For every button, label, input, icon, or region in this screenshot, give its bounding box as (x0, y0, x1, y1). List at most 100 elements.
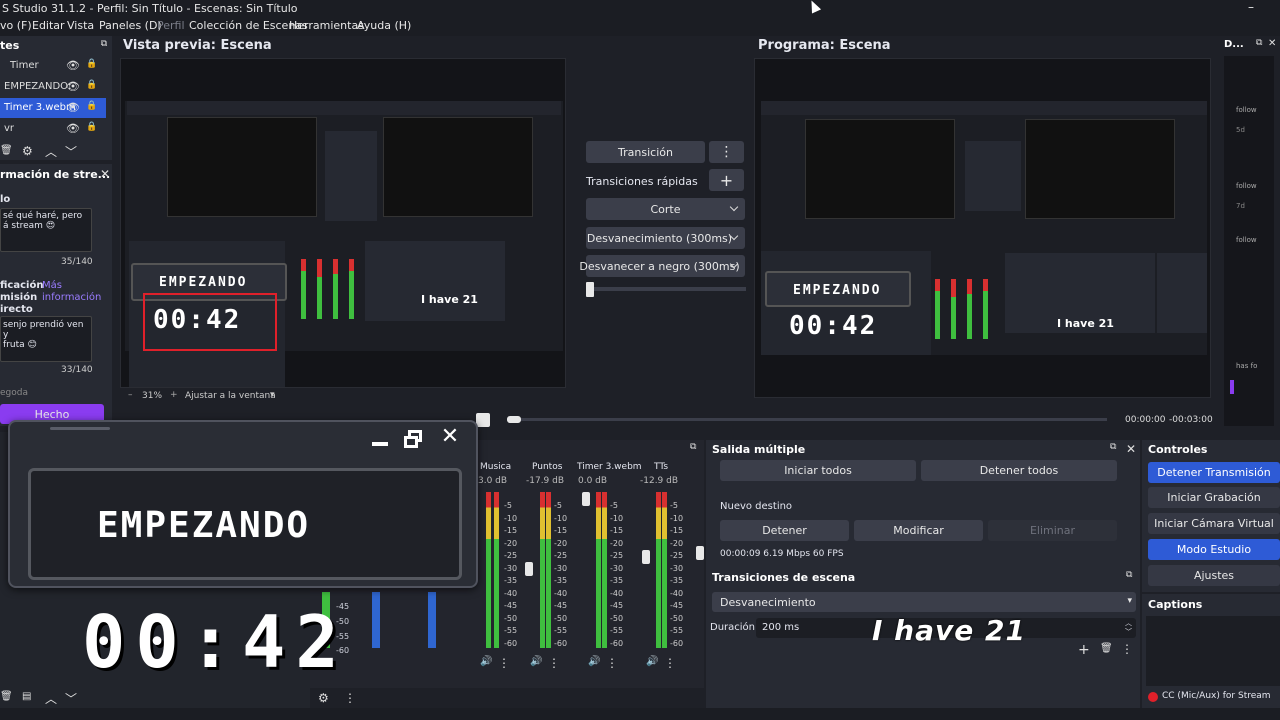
sources-dock: tes ⧉ Timer 👁 🔒 EMPEZANDO: 👁 🔒 Timer 3.w… (0, 36, 112, 160)
channel-name: Timer 3.webm (577, 462, 642, 472)
quick-transition-fade[interactable]: Desvanecimiento (300ms) (586, 227, 745, 249)
undock-icon[interactable]: ⧉ (1126, 570, 1132, 580)
undock-icon[interactable]: ⧉ (1110, 442, 1116, 452)
start-virtual-camera-button[interactable]: Iniciar Cámara Virtual (1148, 513, 1280, 534)
more-info-link-2[interactable]: información (42, 292, 101, 303)
stop-all-button[interactable]: Detener todos (921, 460, 1117, 481)
speaker-icon[interactable]: 🔊 (530, 656, 542, 667)
minimize-window-icon[interactable]: – (1248, 0, 1254, 14)
studio-mode-button[interactable]: Modo Estudio (1148, 539, 1280, 560)
lock-icon[interactable]: 🔒 (86, 122, 97, 132)
eye-icon[interactable]: 👁 (66, 80, 80, 93)
volume-slider-handle[interactable] (642, 550, 650, 564)
start-all-button[interactable]: Iniciar todos (720, 460, 916, 481)
network-icon[interactable]: ⚙ (318, 691, 329, 705)
settings-button[interactable]: Ajustes (1148, 565, 1280, 586)
filter-icon[interactable]: ▤ (22, 691, 31, 702)
tbar-slider-handle[interactable] (586, 282, 594, 297)
stream-info-title: rmación de stre... (0, 168, 111, 181)
transition-button[interactable]: Transición (586, 141, 705, 163)
menu-docks[interactable]: Paneles (D) (99, 19, 162, 32)
stop-destination-button[interactable]: Detener (720, 520, 849, 541)
more-options-icon[interactable]: ⋮ (548, 656, 560, 670)
more-options-icon[interactable]: ⋮ (664, 656, 676, 670)
transition-select[interactable]: Desvanecimiento ▾ (712, 592, 1136, 612)
popup-title-box: EMPEZANDO (28, 468, 462, 580)
more-options-icon[interactable]: ⋮ (1121, 642, 1133, 656)
gear-icon[interactable]: ⚙ (22, 144, 33, 158)
lock-icon[interactable]: 🔒 (86, 80, 97, 90)
eye-icon[interactable]: 👁 (66, 122, 80, 135)
preview-canvas[interactable]: I have 21 EMPEZANDO 00:42 (120, 58, 566, 388)
undock-icon[interactable]: ⧉ (1256, 38, 1262, 48)
floating-overlay-window[interactable]: ✕ EMPEZANDO (8, 420, 478, 588)
menu-tools[interactable]: Herramientas (289, 19, 364, 32)
lock-icon[interactable]: 🔒 (86, 59, 97, 69)
stop-media-icon[interactable] (476, 413, 490, 427)
delete-destination-button[interactable]: Eliminar (988, 520, 1117, 541)
source-row-vr[interactable]: vr 👁 🔒 (0, 119, 106, 139)
more-info-link[interactable]: Más (42, 280, 62, 291)
speaker-icon[interactable]: 🔊 (480, 656, 492, 667)
delete-icon[interactable]: 🗑 (0, 145, 13, 156)
menu-help[interactable]: Ayuda (H) (357, 19, 411, 32)
close-icon[interactable]: ✕ (1126, 442, 1136, 456)
move-down-icon[interactable]: ﹀ (65, 143, 77, 160)
fit-dropdown-icon[interactable]: ▾ (270, 390, 275, 400)
speaker-icon[interactable]: 🔊 (588, 656, 600, 667)
maximize-icon[interactable] (404, 430, 424, 448)
activity-item-follow-3: follow (1236, 236, 1257, 244)
more-options-icon[interactable]: ⋮ (344, 691, 356, 705)
more-options-icon[interactable]: ⋮ (498, 656, 510, 670)
move-up-icon[interactable]: ︿ (45, 143, 57, 160)
delete-icon[interactable]: 🗑 (0, 691, 13, 702)
add-transition-icon[interactable]: + (1078, 642, 1090, 658)
modify-destination-button[interactable]: Modificar (854, 520, 983, 541)
menu-edit[interactable]: Editar (32, 19, 65, 32)
volume-slider-handle-2[interactable] (696, 546, 704, 560)
quick-transition-fade-black[interactable]: Desvanecer a negro (300ms) (579, 255, 745, 277)
spin-down-icon[interactable]: ﹀ (1125, 627, 1132, 637)
eye-icon[interactable]: 👁 (66, 101, 80, 114)
volume-slider-handle[interactable] (525, 562, 533, 576)
move-up-icon[interactable]: ︿ (45, 690, 57, 707)
source-row-timer[interactable]: Timer 👁 🔒 (0, 56, 106, 76)
activity-item-follow-1: follow (1236, 106, 1257, 114)
sources-toolbar: 🗑 ⚙ ︿ ﹀ (0, 142, 112, 160)
more-options-icon[interactable]: ⋮ (606, 656, 618, 670)
close-icon[interactable]: ✕ (100, 167, 110, 181)
more-options-icon[interactable]: ⋮ (709, 141, 744, 163)
multi-output-dock: Salida múltiple ⧉ ✕ Iniciar todos Detene… (706, 440, 1140, 568)
title-textbox[interactable]: sé qué haré, pero á stream 😍 (0, 208, 92, 252)
zoom-out-icon[interactable]: – (128, 390, 133, 400)
delete-icon[interactable]: 🗑 (1100, 643, 1113, 654)
media-seek-handle[interactable] (507, 416, 521, 423)
source-row-empezando[interactable]: EMPEZANDO: 👁 🔒 (0, 77, 106, 97)
menu-file[interactable]: vo (F) (0, 19, 32, 32)
close-icon[interactable]: ✕ (438, 424, 462, 449)
speaker-icon[interactable]: 🔊 (646, 656, 658, 667)
undock-icon[interactable]: ⧉ (690, 442, 696, 452)
add-quick-transition-icon[interactable]: + (709, 169, 744, 191)
zoom-in-icon[interactable]: + (170, 390, 178, 400)
media-seek-bar[interactable] (507, 418, 1107, 421)
quick-transition-cut[interactable]: Corte (586, 198, 745, 220)
tbar-slider[interactable] (586, 287, 746, 291)
eye-icon[interactable]: 👁 (66, 59, 80, 72)
menu-profile[interactable]: Perfil (157, 19, 185, 32)
window-titlebar: S Studio 31.1.2 - Perfil: Sin Título - E… (0, 0, 1280, 17)
undock-icon[interactable]: ⧉ (98, 38, 110, 50)
activity-item-follow-2: follow (1236, 182, 1257, 190)
minimize-icon[interactable] (370, 430, 390, 448)
volume-slider-handle[interactable] (582, 492, 590, 506)
fit-window-button[interactable]: Ajustar a la ventana (185, 391, 276, 401)
start-recording-button[interactable]: Iniciar Grabación (1148, 487, 1280, 508)
notification-textbox[interactable]: senjo prendió ven y fruta 😊 (0, 316, 92, 362)
source-row-timer3-selected[interactable]: Timer 3.webm 👁 🔒 (0, 98, 106, 118)
menu-view[interactable]: Vista (67, 19, 94, 32)
selection-box[interactable]: 00:42 (143, 293, 277, 351)
stop-streaming-button[interactable]: Detener Transmisión (1148, 462, 1280, 483)
move-down-icon[interactable]: ﹀ (65, 690, 77, 707)
lock-icon[interactable]: 🔒 (86, 101, 97, 111)
close-icon[interactable]: ✕ (1268, 38, 1276, 49)
